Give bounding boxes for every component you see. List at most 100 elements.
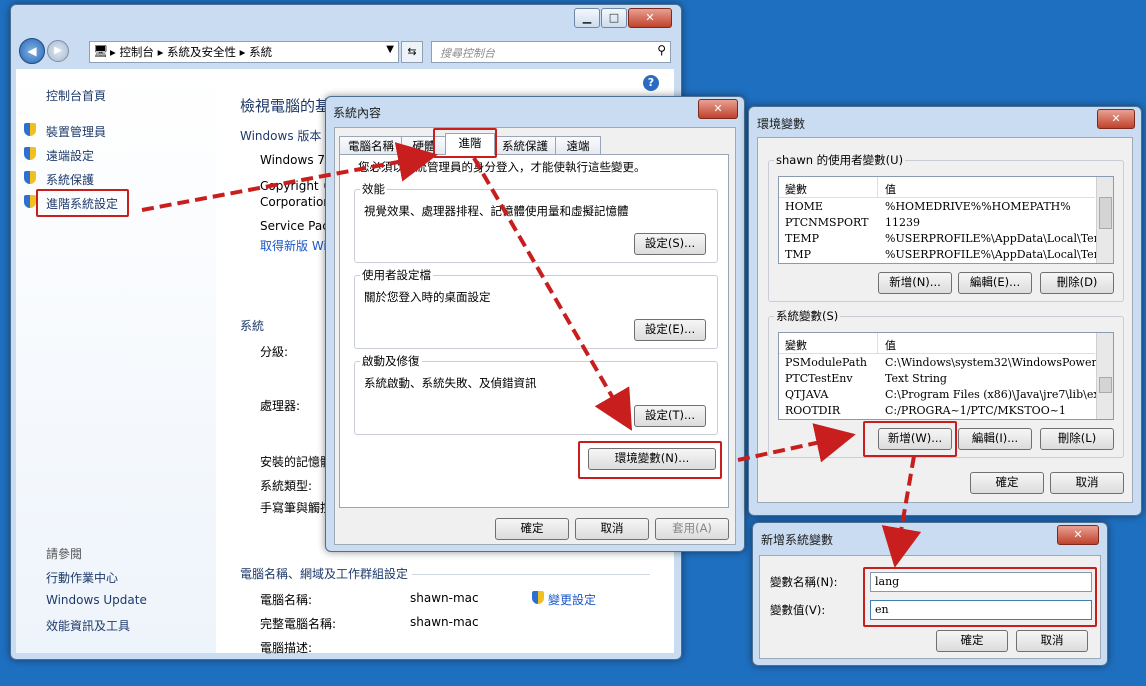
environment-variables-dialog: 環境變數 ✕ shawn 的使用者變數(U) 變數 值 HOME %HOMEDR… xyxy=(748,106,1142,516)
startup-recovery-title: 啟動及修復 xyxy=(360,353,422,369)
search-input[interactable]: 搜尋控制台 ⚲ xyxy=(431,41,671,63)
shield-icon xyxy=(532,591,544,604)
ok-button[interactable]: 確定 xyxy=(495,518,569,540)
breadcrumb-control-panel[interactable]: 控制台 xyxy=(119,45,154,59)
admin-notice: 您必須以系統管理員的身分登入，才能使執行這些變更。 xyxy=(358,160,646,174)
var-name: PSModulePath xyxy=(785,356,867,369)
computer-name-section-title: 電腦名稱、網域及工作群組設定 xyxy=(240,567,409,581)
table-row[interactable]: ROOTDIR C:/PROGRA~1/PTC/MKSTOO~1 xyxy=(779,403,1095,419)
search-icon[interactable]: ⚲ xyxy=(657,43,666,57)
scrollbar[interactable] xyxy=(1096,177,1113,263)
var-name: PTCNMSPORT xyxy=(785,216,869,229)
highlight-advanced-settings xyxy=(36,189,129,217)
scroll-thumb[interactable] xyxy=(1099,377,1112,393)
table-row[interactable]: PTCNMSPORT 11239 xyxy=(779,215,1095,231)
get-new-version-link[interactable]: 取得新版 Wi xyxy=(260,237,327,254)
cancel-button[interactable]: 取消 xyxy=(575,518,649,540)
computer-description-label: 電腦描述: xyxy=(260,641,313,655)
var-name: TEMP xyxy=(785,232,820,245)
var-name: HOME xyxy=(785,200,823,213)
close-button[interactable]: ✕ xyxy=(698,99,738,119)
var-value: Text String xyxy=(885,372,947,385)
shield-icon xyxy=(24,123,36,136)
ok-button[interactable]: 確定 xyxy=(936,630,1008,652)
cancel-button[interactable]: 取消 xyxy=(1050,472,1124,494)
tab-system-protection[interactable]: 系統保護 xyxy=(493,136,557,155)
full-computer-name-label: 完整電腦名稱: xyxy=(260,617,337,631)
table-row[interactable]: TEMP %USERPROFILE%\AppData\Local\Temp xyxy=(779,231,1111,247)
sidebar: 控制台首頁 裝置管理員 遠端設定 系統保護 進階系統設定 請參閱 行動作業中心 … xyxy=(16,69,216,653)
table-row[interactable]: PTCTestEnv Text String xyxy=(779,371,1095,387)
dialog-title: 新增系統變數 xyxy=(761,533,834,547)
col-variable-header[interactable]: 變數 xyxy=(785,181,807,197)
tab-computer-name[interactable]: 電腦名稱 xyxy=(339,136,403,155)
var-value: C:\Windows\system32\WindowsPowerSh... xyxy=(885,356,1114,369)
rating-label: 分級: xyxy=(260,345,289,359)
table-row[interactable]: HOME %HOMEDRIVE%%HOMEPATH% xyxy=(779,199,1095,215)
help-icon[interactable]: ? xyxy=(643,75,659,91)
system-edit-button[interactable]: 編輯(I)... xyxy=(958,428,1032,450)
user-profiles-desc: 關於您登入時的桌面設定 xyxy=(364,290,491,304)
sidebar-item-system-protection[interactable]: 系統保護 xyxy=(46,171,94,188)
user-profiles-settings-button[interactable]: 設定(E)... xyxy=(634,319,706,341)
var-name: TMP xyxy=(785,248,812,261)
column-divider xyxy=(877,333,878,353)
scroll-thumb[interactable] xyxy=(1099,197,1112,229)
ok-button[interactable]: 確定 xyxy=(970,472,1044,494)
computer-icon: 🖥 xyxy=(93,44,109,58)
shield-icon xyxy=(24,147,36,160)
highlight-inputs xyxy=(863,567,1097,627)
sidebar-item-device-manager[interactable]: 裝置管理員 xyxy=(46,123,106,140)
address-bar[interactable]: 🖥 ▸ 控制台 ▸ 系統及安全性 ▸ 系統 ▼ xyxy=(89,41,399,63)
change-settings-link[interactable]: 變更設定 xyxy=(548,591,596,608)
system-vars-list[interactable]: 變數 值 PSModulePath C:\Windows\system32\Wi… xyxy=(778,332,1114,420)
user-new-button[interactable]: 新增(N)... xyxy=(878,272,952,294)
breadcrumb-system-security[interactable]: 系統及安全性 xyxy=(167,45,236,59)
user-edit-button[interactable]: 編輯(E)... xyxy=(958,272,1032,294)
highlight-env-button xyxy=(578,441,722,479)
see-also-title: 請參閱 xyxy=(46,547,83,561)
pen-touch-label: 手寫筆與觸控 xyxy=(260,501,333,515)
apply-button[interactable]: 套用(A) xyxy=(655,518,729,540)
var-name: ROOTDIR xyxy=(785,404,841,417)
see-also-action-center[interactable]: 行動作業中心 xyxy=(46,569,118,586)
list-header xyxy=(779,333,1095,354)
see-also-performance[interactable]: 效能資訊及工具 xyxy=(46,617,130,634)
startup-recovery-settings-button[interactable]: 設定(T)... xyxy=(634,405,706,427)
cancel-button[interactable]: 取消 xyxy=(1016,630,1088,652)
col-value-header[interactable]: 值 xyxy=(885,181,896,197)
table-row[interactable]: QTJAVA C:\Program Files (x86)\Java\jre7\… xyxy=(779,387,1113,403)
close-button[interactable]: ✕ xyxy=(1097,109,1135,129)
chevron-down-icon[interactable]: ▼ xyxy=(386,44,394,55)
breadcrumb-system[interactable]: 系統 xyxy=(249,45,272,59)
var-value: C:\Program Files (x86)\Java\jre7\lib\ext… xyxy=(885,388,1114,401)
table-row[interactable]: TMP %USERPROFILE%\AppData\Local\Temp xyxy=(779,247,1111,263)
refresh-button[interactable]: ⇆ xyxy=(401,41,423,63)
user-profiles-title: 使用者設定檔 xyxy=(360,267,433,283)
scrollbar[interactable] xyxy=(1096,333,1113,419)
maximize-button[interactable]: □ xyxy=(601,8,627,28)
var-value: %USERPROFILE%\AppData\Local\Temp xyxy=(885,248,1112,261)
sidebar-home-link[interactable]: 控制台首頁 xyxy=(46,87,106,104)
minimize-button[interactable]: ▁ xyxy=(574,8,600,28)
close-button[interactable]: ✕ xyxy=(1057,525,1099,545)
var-value: C:/PROGRA~1/PTC/MKSTOO~1 xyxy=(885,404,1066,417)
performance-settings-button[interactable]: 設定(S)... xyxy=(634,233,706,255)
column-divider xyxy=(877,177,878,197)
copyright-text: Copyright © xyxy=(260,179,335,193)
forward-button[interactable]: ▶ xyxy=(47,40,69,62)
dialog-title: 系統內容 xyxy=(333,106,382,120)
tab-advanced[interactable]: 進階 xyxy=(445,133,495,155)
col-value-header[interactable]: 值 xyxy=(885,337,896,353)
sidebar-item-remote[interactable]: 遠端設定 xyxy=(46,147,94,164)
see-also-windows-update[interactable]: Windows Update xyxy=(46,593,147,607)
back-button[interactable]: ◀ xyxy=(19,38,45,64)
system-vars-title: 系統變數(S) xyxy=(774,308,841,324)
system-delete-button[interactable]: 刪除(L) xyxy=(1040,428,1114,450)
table-row[interactable]: PSModulePath C:\Windows\system32\Windows… xyxy=(779,355,1113,371)
user-delete-button[interactable]: 刪除(D) xyxy=(1040,272,1114,294)
tab-remote[interactable]: 遠端 xyxy=(555,136,601,155)
close-button[interactable]: ✕ xyxy=(628,8,672,28)
user-vars-list[interactable]: 變數 值 HOME %HOMEDRIVE%%HOMEPATH% PTCNMSPO… xyxy=(778,176,1114,264)
col-variable-header[interactable]: 變數 xyxy=(785,337,807,353)
